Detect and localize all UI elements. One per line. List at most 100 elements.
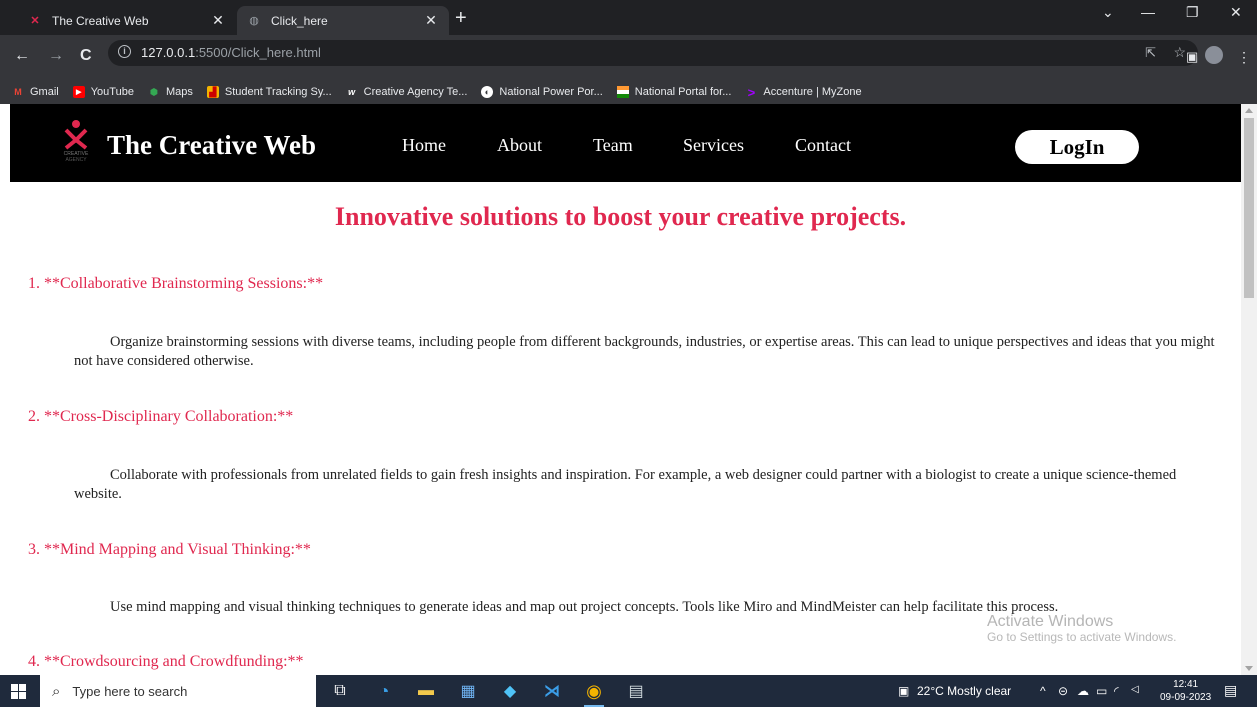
- store-icon[interactable]: ▦: [456, 679, 480, 703]
- chart-icon: ▟: [206, 86, 219, 98]
- nav-services[interactable]: Services: [683, 135, 744, 156]
- minimize-icon[interactable]: —: [1141, 4, 1155, 20]
- globe-icon: ◍: [249, 15, 259, 27]
- bookmark-national-portal[interactable]: National Portal for...: [616, 86, 732, 98]
- sidepanel-icon[interactable]: ▣: [1186, 49, 1198, 65]
- info-icon[interactable]: i: [118, 45, 131, 58]
- system-clock[interactable]: 12:41 09-09-2023: [1160, 678, 1211, 704]
- browser-tab-strip: ✕ The Creative Web ✕ ◍ Click_here ✕ + ⌄ …: [0, 0, 1257, 35]
- nav-contact[interactable]: Contact: [795, 135, 851, 156]
- edge-icon[interactable]: ◔: [372, 679, 396, 703]
- tab-title: Click_here: [271, 13, 328, 28]
- bookmark-maps[interactable]: ⬢ Maps: [148, 86, 193, 98]
- flag-icon: [616, 86, 629, 98]
- search-placeholder: Type here to search: [72, 683, 188, 699]
- item-title: 3. **Mind Mapping and Visual Thinking:**: [28, 541, 311, 558]
- tab-title: The Creative Web: [52, 13, 149, 28]
- youtube-icon: ▶: [72, 86, 85, 98]
- weather-text[interactable]: 22°C Mostly clear: [917, 684, 1011, 698]
- bookmark-label: Accenture | MyZone: [763, 86, 862, 98]
- item-title: 2. **Cross-Disciplinary Collaboration:**: [28, 408, 294, 425]
- tab-search-icon[interactable]: ⌄: [1102, 4, 1114, 21]
- clock-date: 09-09-2023: [1160, 692, 1212, 703]
- chrome-icon[interactable]: ◉: [582, 679, 606, 707]
- bookmark-star-icon[interactable]: ☆: [1173, 44, 1186, 61]
- app-icon[interactable]: ◆: [498, 679, 522, 703]
- bookmark-label: National Portal for...: [634, 86, 732, 98]
- share-icon[interactable]: ⇱: [1145, 45, 1156, 61]
- x-mark-icon: ✕: [30, 15, 40, 27]
- globe-icon: ◐: [481, 86, 494, 98]
- bookmarks-bar: M Gmail ▶ YouTube ⬢ Maps ▟ Student Tracking …: [0, 80, 1257, 104]
- close-icon[interactable]: ✕: [210, 12, 226, 29]
- address-bar[interactable]: i 127.0.0.1:5500/Click_here.html ⇱ ☆: [108, 40, 1198, 66]
- browser-toolbar: ← → C i 127.0.0.1:5500/Click_here.html ⇱…: [0, 35, 1257, 80]
- bookmark-label: Maps: [165, 86, 193, 98]
- notepad-icon[interactable]: ▤: [624, 679, 648, 703]
- nav-team[interactable]: Team: [593, 135, 633, 156]
- task-view-icon[interactable]: ⧉: [328, 679, 352, 703]
- bookmark-accenture[interactable]: > Accenture | MyZone: [745, 84, 862, 100]
- forward-icon[interactable]: →: [48, 48, 64, 64]
- vertical-scrollbar[interactable]: [1241, 104, 1257, 675]
- bookmark-creative-agency[interactable]: w Creative Agency Te...: [346, 86, 468, 98]
- notification-icon[interactable]: ▤: [1224, 682, 1237, 699]
- vscode-icon[interactable]: ⋊: [540, 679, 564, 703]
- search-icon: ⌕: [52, 682, 61, 700]
- bookmark-youtube[interactable]: ▶ YouTube: [72, 86, 134, 98]
- bookmark-label: YouTube: [90, 86, 134, 98]
- item-body: Collaborate with professionals from unre…: [74, 467, 1177, 502]
- volume-icon[interactable]: ◁: [1131, 684, 1139, 695]
- page-headline: Innovative solutions to boost your creat…: [334, 202, 907, 231]
- close-icon[interactable]: ✕: [423, 12, 439, 29]
- scroll-up-arrow[interactable]: [1245, 108, 1253, 113]
- windows-taskbar: ⌕ Type here to search ⧉ ◔ ▬ ▦ ◆ ⋊ ◉ ▤ ▣ …: [0, 675, 1257, 707]
- bookmark-national-power[interactable]: ◐ National Power Por...: [481, 86, 603, 98]
- brand-title[interactable]: The Creative Web: [107, 130, 316, 161]
- menu-kebab-icon[interactable]: ⋮: [1237, 49, 1251, 66]
- url-host: 127.0.0.1: [141, 45, 196, 60]
- svg-text:AGENCY: AGENCY: [65, 157, 87, 163]
- bookmark-gmail[interactable]: M Gmail: [12, 86, 59, 98]
- site-navbar: CREATIVE AGENCY The Creative Web Home Ab…: [10, 104, 1241, 182]
- w-icon: w: [348, 87, 356, 97]
- back-icon[interactable]: ←: [14, 48, 30, 64]
- wifi-icon[interactable]: ◜: [1114, 684, 1119, 698]
- item-body: Organize brainstorming sessions with div…: [74, 334, 1215, 369]
- reload-icon[interactable]: C: [80, 48, 92, 64]
- restore-icon[interactable]: ❐: [1186, 4, 1199, 21]
- tab-the-creative-web[interactable]: ✕ The Creative Web ✕: [18, 6, 236, 35]
- new-tab-button[interactable]: +: [455, 8, 467, 28]
- scroll-down-arrow[interactable]: [1245, 666, 1253, 671]
- profile-avatar-icon[interactable]: [1205, 46, 1223, 64]
- page-viewport: CREATIVE AGENCY The Creative Web Home Ab…: [0, 104, 1241, 675]
- bookmark-label: National Power Por...: [499, 86, 603, 98]
- bookmark-label: Gmail: [30, 86, 59, 98]
- cloud-icon[interactable]: ☁: [1077, 684, 1089, 698]
- news-widget-icon[interactable]: ▣: [898, 684, 909, 698]
- bookmark-student-tracking[interactable]: ▟ Student Tracking Sy...: [206, 86, 332, 98]
- creative-agency-logo: CREATIVE AGENCY: [64, 120, 89, 163]
- url-text[interactable]: 127.0.0.1:5500/Click_here.html: [141, 45, 321, 60]
- item-title: 1. **Collaborative Brainstorming Session…: [28, 275, 324, 292]
- taskbar-search-input[interactable]: ⌕ Type here to search: [40, 675, 316, 707]
- activate-windows-title: Activate Windows: [987, 613, 1114, 630]
- window-close-icon[interactable]: ✕: [1230, 4, 1242, 21]
- bookmark-label: Student Tracking Sy...: [224, 86, 332, 98]
- nav-home[interactable]: Home: [402, 135, 446, 156]
- item-title: 4. **Crowdsourcing and Crowdfunding:**: [28, 653, 304, 670]
- login-button[interactable]: LogIn: [1015, 130, 1139, 164]
- meet-icon[interactable]: ⊝: [1058, 684, 1068, 698]
- windows-start-icon[interactable]: [11, 684, 26, 699]
- url-path: :5500/Click_here.html: [195, 45, 321, 60]
- clock-time: 12:41: [1173, 679, 1199, 690]
- tray-chevron-icon[interactable]: ^: [1040, 684, 1046, 698]
- file-explorer-icon[interactable]: ▬: [414, 679, 438, 703]
- bookmark-label: Creative Agency Te...: [363, 86, 468, 98]
- nav-about[interactable]: About: [497, 135, 542, 156]
- battery-icon[interactable]: ▭: [1096, 684, 1107, 698]
- tab-click-here[interactable]: ◍ Click_here ✕: [237, 6, 449, 35]
- scroll-thumb[interactable]: [1244, 118, 1254, 298]
- accenture-icon: >: [747, 84, 756, 100]
- gmail-icon: M: [14, 87, 22, 97]
